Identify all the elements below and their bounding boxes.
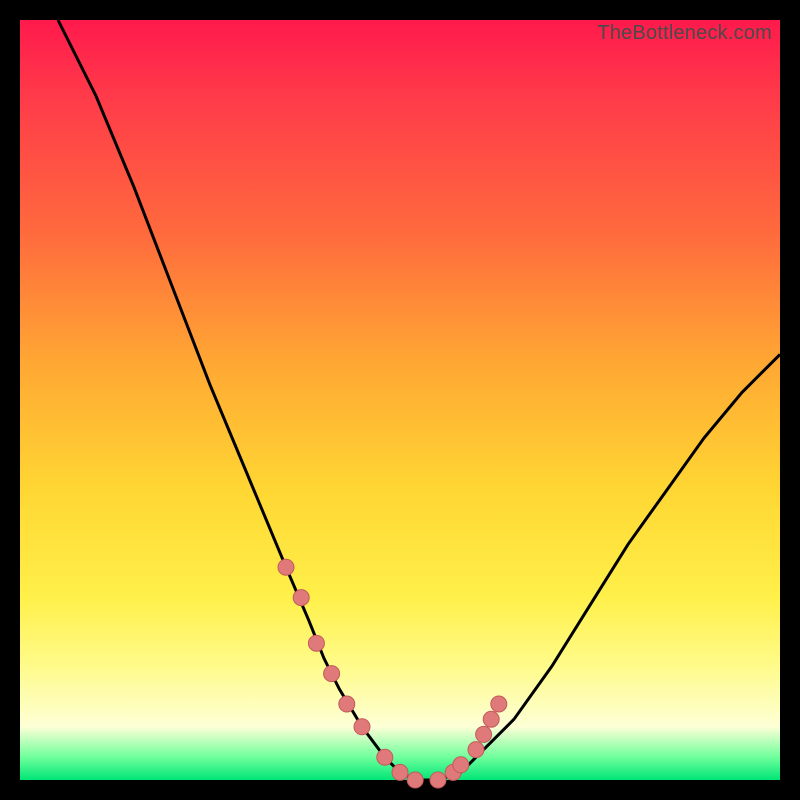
marker-dot xyxy=(324,666,340,682)
marker-dot xyxy=(293,590,309,606)
marker-dot xyxy=(407,772,423,788)
chart-frame: TheBottleneck.com xyxy=(0,0,800,800)
bottleneck-curve xyxy=(58,20,780,780)
marker-dot xyxy=(453,757,469,773)
curve-layer xyxy=(20,20,780,780)
marker-group xyxy=(278,559,507,788)
marker-dot xyxy=(476,726,492,742)
marker-dot xyxy=(491,696,507,712)
marker-dot xyxy=(468,742,484,758)
marker-dot xyxy=(483,711,499,727)
marker-dot xyxy=(278,559,294,575)
marker-dot xyxy=(308,635,324,651)
marker-dot xyxy=(339,696,355,712)
marker-dot xyxy=(377,749,393,765)
marker-dot xyxy=(354,719,370,735)
marker-dot xyxy=(430,772,446,788)
marker-dot xyxy=(392,764,408,780)
plot-area: TheBottleneck.com xyxy=(20,20,780,780)
